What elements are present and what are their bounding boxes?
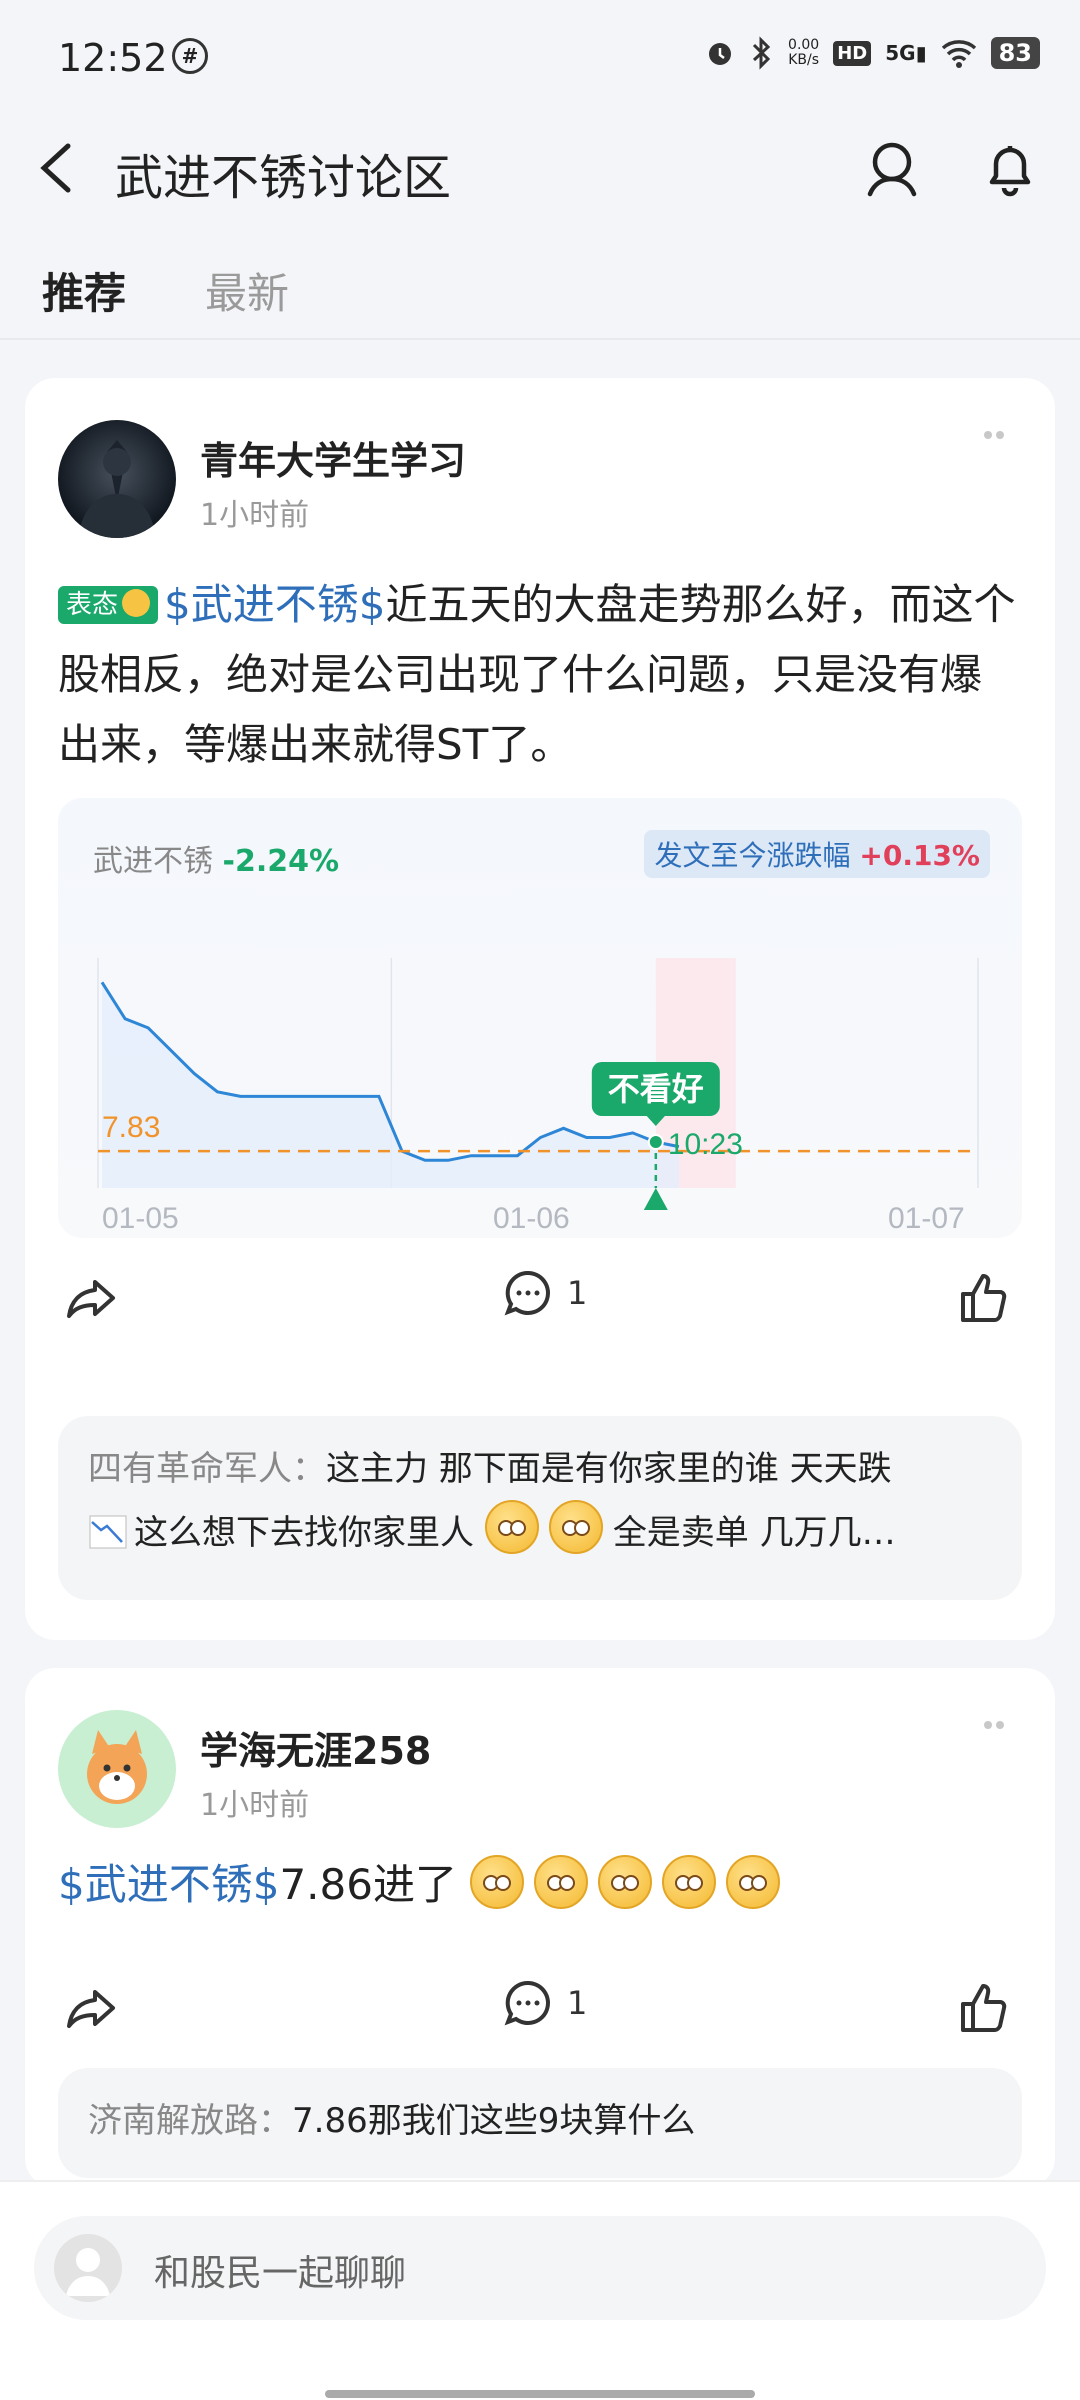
tab-latest[interactable]: 最新 bbox=[205, 260, 289, 321]
pleading-face-emoji-icon bbox=[662, 1855, 717, 1909]
comment-preview[interactable]: 四有革命军人：这主力 那下面是有你家里的谁 天天跌 这么想下去找你家里人 全是卖… bbox=[58, 1416, 1022, 1600]
home-indicator[interactable] bbox=[325, 2390, 755, 2398]
comment-text: 这么想下去找你家里人 bbox=[134, 1513, 474, 1553]
status-bar: 12:52 # 0.00 KB/s HD 5G▮ 83 bbox=[0, 0, 1080, 118]
user-profile-icon[interactable] bbox=[862, 138, 922, 198]
commenter-name[interactable]: 四有革命军人： bbox=[88, 1449, 326, 1489]
post-card[interactable]: 学海无涯258 1小时前 $武进不锈$7.86进了 1 济南解放路：7.86那我… bbox=[25, 1668, 1055, 2188]
sweat-smile-emoji-icon bbox=[484, 1500, 539, 1554]
author-avatar[interactable] bbox=[58, 420, 176, 538]
notification-bell-icon[interactable] bbox=[978, 136, 1042, 200]
chart-decreasing-icon bbox=[89, 1515, 127, 1549]
x-tick-label: 01-07 bbox=[888, 1202, 965, 1235]
wifi-icon bbox=[941, 40, 976, 68]
status-time: 12:52 bbox=[58, 36, 168, 80]
x-tick-label: 01-06 bbox=[493, 1202, 570, 1235]
comment-button[interactable]: 1 bbox=[503, 1268, 587, 1318]
chat-placeholder: 和股民一起聊聊 bbox=[154, 2253, 407, 2294]
marker-dot bbox=[647, 1134, 664, 1151]
reference-price-label: 7.83 bbox=[102, 1111, 160, 1144]
network-speed-value: 0.00 bbox=[788, 37, 820, 53]
pleading-face-emoji-icon bbox=[598, 1855, 653, 1909]
app-header: 武进不锈讨论区 bbox=[0, 118, 1080, 218]
more-options-icon[interactable] bbox=[984, 1714, 1010, 1729]
comment-text: 全是卖单 几万几… bbox=[612, 1513, 896, 1553]
post-time: 1小时前 bbox=[200, 498, 310, 533]
price-line-chart: 7.83 不看好 10:23 01-05 01-06 01-07 bbox=[97, 958, 979, 1235]
angry-face-icon bbox=[122, 589, 151, 617]
bottom-chat-bar: 和股民一起聊聊 bbox=[0, 2180, 1080, 2400]
network-speed: 0.00 KB/s bbox=[788, 38, 819, 68]
stock-tag-link[interactable]: $武进不锈$ bbox=[58, 1860, 279, 1909]
post-actions: 1 bbox=[25, 1258, 1055, 1338]
feed-tabs: 推荐 最新 bbox=[0, 250, 1080, 340]
x-tick-label: 01-05 bbox=[102, 1202, 179, 1235]
share-icon[interactable] bbox=[61, 1268, 121, 1328]
marker-label: 不看好 bbox=[608, 1070, 704, 1108]
post-text: 7.86进了 bbox=[279, 1860, 457, 1909]
back-icon[interactable] bbox=[30, 136, 90, 200]
pleading-face-emoji-icon bbox=[726, 1855, 781, 1909]
pleading-face-emoji-icon bbox=[470, 1855, 525, 1909]
comment-count: 1 bbox=[567, 1274, 588, 1312]
share-icon[interactable] bbox=[61, 1978, 121, 2038]
author-name[interactable]: 学海无涯258 bbox=[200, 1720, 431, 1775]
comment-preview[interactable]: 济南解放路：7.86那我们这些9块算什么 bbox=[58, 2068, 1022, 2178]
more-options-icon[interactable] bbox=[984, 424, 1010, 439]
comment-icon bbox=[504, 1270, 550, 1316]
pleading-face-emoji-icon bbox=[548, 1500, 603, 1554]
comment-text: 这主力 那下面是有你家里的谁 天天跌 bbox=[326, 1449, 892, 1489]
status-icons: 0.00 KB/s HD 5G▮ 83 bbox=[704, 36, 1040, 70]
pleading-face-emoji-icon bbox=[534, 1855, 589, 1909]
post-content: $武进不锈$7.86进了 bbox=[58, 1850, 1022, 1920]
user-avatar-icon bbox=[54, 2234, 122, 2302]
post-card[interactable]: 青年大学生学习 1小时前 表态 $武进不锈$近五天的大盘走势那么好，而这个股相反，… bbox=[25, 378, 1055, 1640]
battery-indicator: 83 bbox=[990, 37, 1040, 69]
tab-recommended[interactable]: 推荐 bbox=[42, 260, 126, 321]
author-name[interactable]: 青年大学生学习 bbox=[200, 430, 466, 485]
post-content: 表态 $武进不锈$近五天的大盘走势那么好，而这个股相反，绝对是公司出现了什么问题，… bbox=[58, 570, 1022, 780]
hd-badge: HD bbox=[833, 40, 872, 66]
comment-button[interactable]: 1 bbox=[503, 1978, 587, 2028]
marker-arrow-icon bbox=[643, 1188, 668, 1210]
signal-5g-icon: 5G▮ bbox=[885, 41, 927, 65]
marker-value-label: 10:23 bbox=[668, 1128, 743, 1161]
network-speed-unit: KB/s bbox=[788, 52, 820, 68]
stock-tag-link[interactable]: $武进不锈$ bbox=[164, 580, 385, 629]
thumbs-up-icon[interactable] bbox=[955, 1268, 1015, 1328]
comment-icon bbox=[504, 1980, 550, 2026]
alarm-icon bbox=[709, 43, 732, 65]
post-actions: 1 bbox=[25, 1968, 1055, 2048]
thumbs-up-icon[interactable] bbox=[955, 1978, 1015, 2038]
post-time: 1小时前 bbox=[200, 1788, 310, 1823]
comment-text: 7.86那我们这些9块算什么 bbox=[292, 2101, 696, 2141]
comment-count: 1 bbox=[567, 1984, 588, 2022]
signal-label: 5G bbox=[885, 41, 916, 65]
hashtag-status-icon: # bbox=[172, 38, 208, 74]
bluetooth-icon bbox=[752, 36, 771, 70]
mood-label: 表态 bbox=[66, 590, 119, 620]
mood-badge: 表态 bbox=[58, 586, 159, 624]
author-avatar[interactable] bbox=[58, 1710, 176, 1828]
page-title: 武进不锈讨论区 bbox=[115, 150, 452, 206]
chat-input[interactable]: 和股民一起聊聊 bbox=[34, 2216, 1046, 2320]
commenter-name[interactable]: 济南解放路： bbox=[88, 2101, 292, 2141]
stock-chart-card[interactable]: 武进不锈 -2.24% 发文至今涨跌幅 +0.13% 7.83 不看好 10:23 0… bbox=[58, 798, 1022, 1238]
